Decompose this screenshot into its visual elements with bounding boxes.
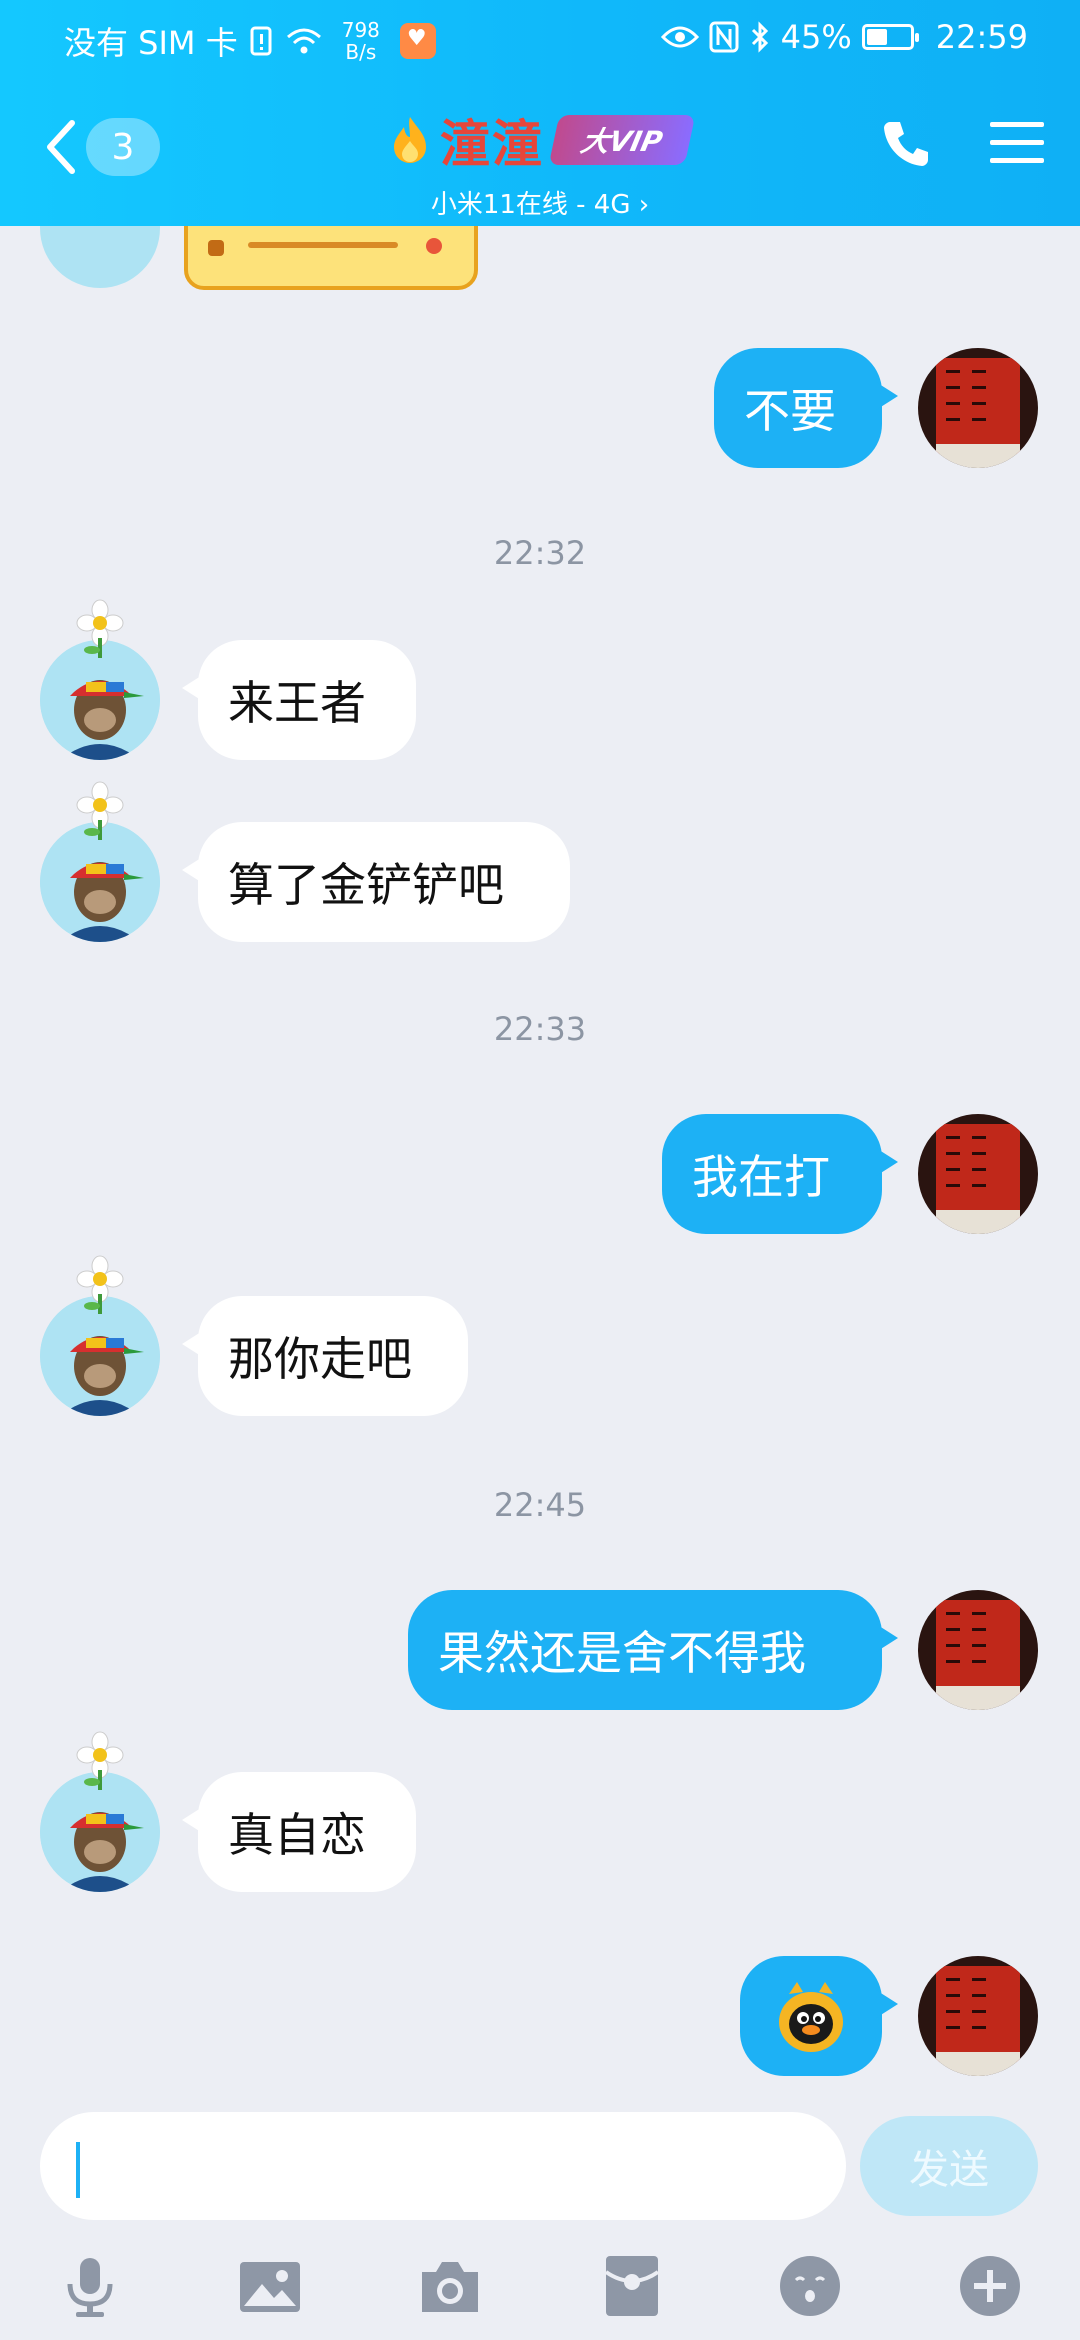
- penguin-sticker-icon: [779, 1982, 843, 2052]
- my-avatar-image: [936, 1966, 1020, 2076]
- phone-icon[interactable]: [882, 118, 932, 168]
- bluetooth-icon: [751, 21, 768, 53]
- wifi-icon: [286, 28, 321, 54]
- message-text: 真自恋: [228, 1808, 366, 1862]
- timestamp: 22:33: [493, 1010, 587, 1048]
- message-text: 那你走吧: [228, 1332, 412, 1386]
- message-text: 算了金铲铲吧: [228, 858, 504, 912]
- status-bar: 没有 SIM 卡 798 B/s 45% 22:59: [0, 0, 1080, 76]
- timestamp: 22:32: [493, 534, 587, 572]
- message-text: 不要: [744, 384, 836, 438]
- vip-badge: 大VIP: [548, 115, 696, 165]
- my-avatar-image: [936, 1124, 1020, 1234]
- ape-avatar-image: [40, 1296, 160, 1416]
- clock: 22:59: [935, 18, 1028, 56]
- battery-icon: [861, 24, 919, 50]
- eye-icon: [660, 26, 699, 48]
- message-bubble[interactable]: [740, 1956, 898, 2076]
- flower-icon: [76, 781, 124, 840]
- message-bubble[interactable]: 真自恋: [182, 1772, 416, 1892]
- ape-avatar-image: [40, 1772, 160, 1892]
- flower-icon: [76, 599, 124, 658]
- online-status[interactable]: 小米11在线 - 4G ›: [0, 184, 1080, 221]
- timestamp: 22:45: [493, 1486, 587, 1524]
- chat-header: 没有 SIM 卡 798 B/s 45% 22:59 3 潼潼 大VIP 小: [0, 0, 1080, 226]
- contact-name: 潼潼: [440, 114, 544, 173]
- ape-avatar-image: [40, 640, 160, 760]
- flower-icon: [76, 1255, 124, 1314]
- my-avatar[interactable]: [918, 1114, 1038, 1234]
- menu-icon[interactable]: [990, 120, 1044, 166]
- flame-icon: [394, 117, 426, 163]
- net-speed-unit: B/s: [345, 40, 377, 64]
- sticker-image[interactable]: [184, 226, 478, 290]
- my-avatar[interactable]: [918, 348, 1038, 468]
- my-avatar-image: [936, 1600, 1020, 1710]
- image-icon[interactable]: [238, 2254, 302, 2318]
- contact-avatar[interactable]: [40, 1296, 160, 1416]
- camera-icon[interactable]: [418, 2254, 482, 2318]
- contact-avatar[interactable]: [40, 1772, 160, 1892]
- ape-avatar-image: [40, 822, 160, 942]
- my-avatar-image: [936, 358, 1020, 468]
- message-bubble[interactable]: 算了金铲铲吧: [182, 822, 570, 942]
- red-packet-icon[interactable]: [600, 2254, 664, 2318]
- composer-toolbar: [0, 2226, 1080, 2340]
- microphone-icon[interactable]: [58, 2254, 122, 2318]
- nfc-icon: [709, 21, 739, 53]
- app-notification-icon: [399, 23, 436, 59]
- message-list[interactable]: 不要 22:32 来王者 算了金铲铲吧 22:33 我在打 那你走吧 22:45…: [0, 226, 1080, 2106]
- online-status-text: 小米11在线 - 4G: [430, 190, 631, 220]
- text-caret: [76, 2142, 80, 2198]
- battery-percent: 45%: [780, 18, 852, 56]
- message-input[interactable]: [40, 2112, 846, 2220]
- message-bubble[interactable]: 我在打: [662, 1114, 898, 1234]
- contact-avatar[interactable]: [40, 226, 160, 288]
- emoji-icon[interactable]: [778, 2254, 842, 2318]
- send-button[interactable]: 发送: [860, 2116, 1038, 2216]
- message-bubble[interactable]: 来王者: [182, 640, 416, 760]
- flower-icon: [76, 1731, 124, 1790]
- message-bubble[interactable]: 果然还是舍不得我: [408, 1590, 898, 1710]
- net-speed-value: 798: [341, 18, 380, 42]
- plus-icon[interactable]: [958, 2254, 1022, 2318]
- contact-avatar[interactable]: [40, 822, 160, 942]
- sim-alert-icon: [250, 26, 272, 56]
- net-speed: 798 B/s: [342, 19, 380, 63]
- message-bubble[interactable]: 不要: [714, 348, 898, 468]
- message-bubble[interactable]: 那你走吧: [182, 1296, 468, 1416]
- my-avatar[interactable]: [918, 1956, 1038, 2076]
- carrier-text: 没有 SIM 卡: [64, 24, 238, 62]
- message-text: 果然还是舍不得我: [438, 1626, 806, 1680]
- message-text: 来王者: [228, 676, 366, 730]
- message-text: 我在打: [692, 1150, 830, 1204]
- contact-avatar[interactable]: [40, 640, 160, 760]
- my-avatar[interactable]: [918, 1590, 1038, 1710]
- composer: 发送: [0, 2106, 1080, 2226]
